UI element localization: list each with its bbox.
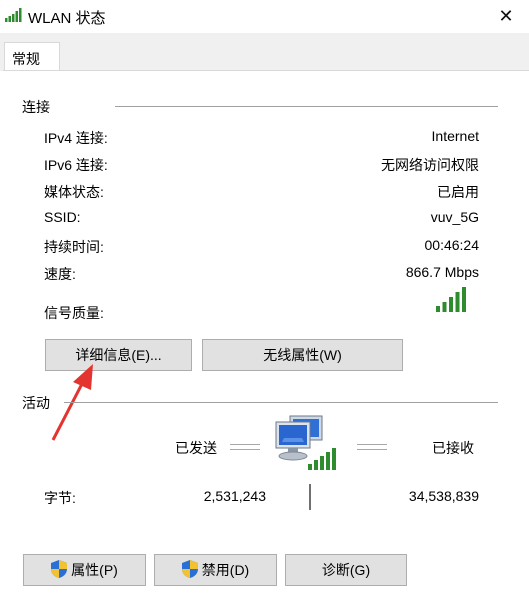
- wifi-signal-icon: [5, 8, 23, 25]
- bytes-label: 字节:: [44, 490, 76, 506]
- signal-strength-icon: [436, 286, 468, 315]
- wireless-properties-button[interactable]: 无线属性(W): [202, 339, 403, 371]
- tab-panel: [3, 70, 529, 606]
- wireless-properties-label: 无线属性(W): [263, 347, 342, 363]
- tab-general[interactable]: 常规: [4, 42, 60, 72]
- properties-button-label: 属性(P): [71, 562, 118, 578]
- network-computers-icon: [272, 412, 338, 477]
- title-bar: WLAN 状态 ✕: [0, 0, 529, 33]
- ssid-value: vuv_5G: [430, 209, 479, 225]
- signal-quality-label: 信号质量:: [44, 305, 104, 321]
- received-link-line: [357, 444, 387, 450]
- received-label: 已接收: [432, 440, 474, 456]
- media-state-value: 已启用: [437, 184, 479, 200]
- bytes-sent-value: 2,531,243: [203, 488, 266, 504]
- ipv6-label: IPv6 连接:: [44, 157, 108, 173]
- diagnose-button[interactable]: 诊断(G): [285, 554, 407, 586]
- sent-label: 已发送: [175, 440, 217, 456]
- speed-value: 866.7 Mbps: [405, 264, 479, 280]
- sent-link-line: [230, 444, 260, 450]
- properties-button[interactable]: 属性(P): [23, 554, 146, 586]
- speed-label: 速度:: [44, 266, 76, 282]
- uac-shield-icon: [51, 559, 68, 581]
- window-title: WLAN 状态: [28, 10, 106, 27]
- connection-section-title: 连接: [22, 99, 50, 115]
- uac-shield-icon: [181, 559, 198, 581]
- bytes-separator: [309, 484, 311, 510]
- bytes-received-value: 34,538,839: [408, 488, 479, 504]
- close-icon: ✕: [498, 6, 514, 26]
- duration-label: 持续时间:: [44, 239, 104, 255]
- duration-value: 00:46:24: [424, 237, 480, 253]
- disable-button-label: 禁用(D): [201, 562, 250, 578]
- close-button[interactable]: ✕: [483, 0, 529, 33]
- media-state-label: 媒体状态:: [44, 184, 104, 200]
- tab-strip: 常规: [0, 33, 529, 72]
- disable-button[interactable]: 禁用(D): [154, 554, 277, 586]
- activity-section-title: 活动: [22, 395, 50, 411]
- ipv4-label: IPv4 连接:: [44, 130, 108, 146]
- activity-divider: [64, 402, 498, 403]
- ipv4-value: Internet: [431, 128, 479, 144]
- ssid-label: SSID:: [44, 209, 81, 225]
- connection-divider: [115, 106, 498, 107]
- diagnose-button-label: 诊断(G): [321, 562, 371, 578]
- ipv6-value: 无网络访问权限: [381, 157, 479, 173]
